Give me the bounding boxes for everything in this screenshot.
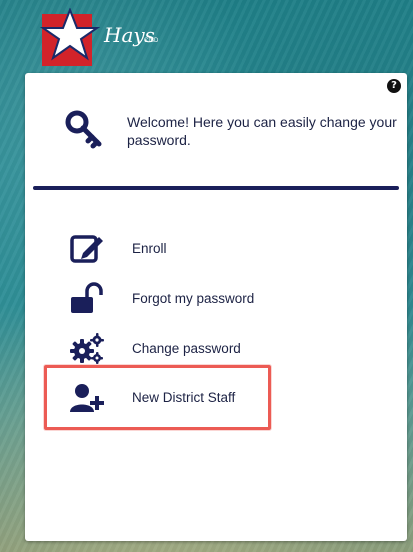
gears-icon [70, 333, 104, 364]
welcome-text: Welcome! Here you can easily change your… [127, 114, 397, 148]
menu-item-change-password[interactable]: Change password [69, 331, 369, 367]
edit-icon [70, 235, 103, 263]
menu-item-label: Forgot my password [132, 291, 255, 306]
help-icon[interactable]: ? [387, 79, 401, 93]
menu-item-forgot-password[interactable]: Forgot my password [69, 281, 369, 317]
divider [33, 186, 399, 190]
password-panel: ? Welcome! Here you can easily change yo… [25, 73, 407, 541]
unlock-icon [71, 282, 103, 313]
welcome-section: Welcome! Here you can easily change your… [65, 108, 397, 149]
key-icon [65, 110, 102, 149]
highlight-box [44, 365, 271, 430]
district-logo: Hays CISD [40, 8, 159, 66]
menu-item-label: Enroll [132, 241, 167, 256]
logo-small-text: CISD [144, 38, 159, 44]
menu-item-label: Change password [132, 341, 241, 356]
menu-item-enroll[interactable]: Enroll [69, 231, 369, 267]
